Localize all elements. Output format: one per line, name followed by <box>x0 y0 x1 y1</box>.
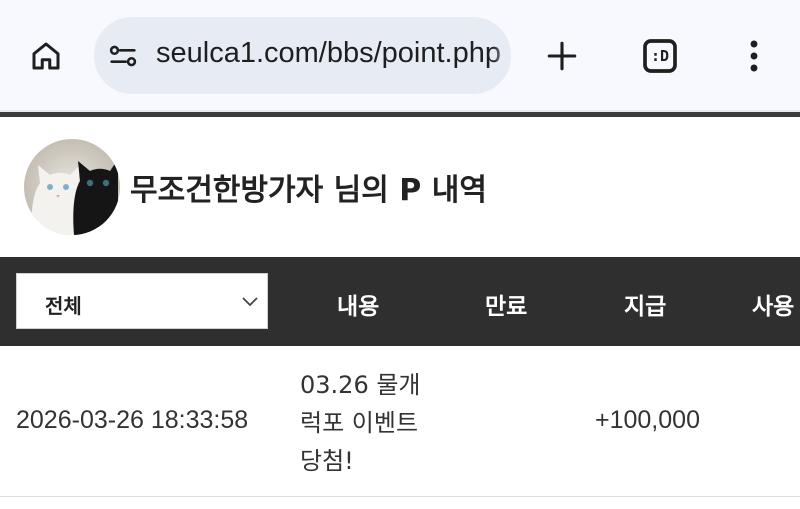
plus-icon <box>547 41 577 71</box>
two-cats-avatar <box>24 139 120 235</box>
column-header-use: 사용 <box>752 294 795 320</box>
address-bar[interactable]: seulca1.com/bbs/point.php <box>94 17 511 94</box>
url-fade <box>493 17 511 94</box>
row-give-amount: +100,000 <box>595 406 700 434</box>
chevron-down-icon <box>242 297 258 307</box>
home-button[interactable] <box>22 32 70 80</box>
avatar <box>24 139 120 235</box>
tab-switcher-button[interactable]: :D <box>636 32 684 80</box>
site-info-icon[interactable] <box>106 39 140 73</box>
filter-select[interactable]: 전체 <box>16 273 268 329</box>
home-icon <box>32 42 60 70</box>
row-content: 03.26 물개 럭포 이벤트 당첨! <box>300 371 421 475</box>
column-header-expire: 만료 <box>485 294 528 320</box>
more-vert-icon <box>750 40 758 72</box>
tab-count: :D <box>650 47 670 65</box>
row-date: 2026-03-26 18:33:58 <box>16 406 249 434</box>
browser-toolbar: seulca1.com/bbs/point.php :D <box>0 0 800 110</box>
new-tab-button[interactable] <box>538 32 586 80</box>
page-title: 무조건한방가자 님의 P 내역 <box>130 173 487 208</box>
url-text[interactable]: seulca1.com/bbs/point.php <box>156 37 501 70</box>
column-header-content: 내용 <box>337 294 380 320</box>
filter-selected-value: 전체 <box>45 294 82 318</box>
table-header: 전체 내용 만료 지급 사용 <box>0 257 800 346</box>
column-header-give: 지급 <box>624 294 667 320</box>
table-row: 2026-03-26 18:33:58 03.26 물개 럭포 이벤트 당첨! … <box>0 346 800 497</box>
more-menu-button[interactable] <box>730 32 778 80</box>
profile-header: 무조건한방가자 님의 P 내역 <box>0 117 800 257</box>
